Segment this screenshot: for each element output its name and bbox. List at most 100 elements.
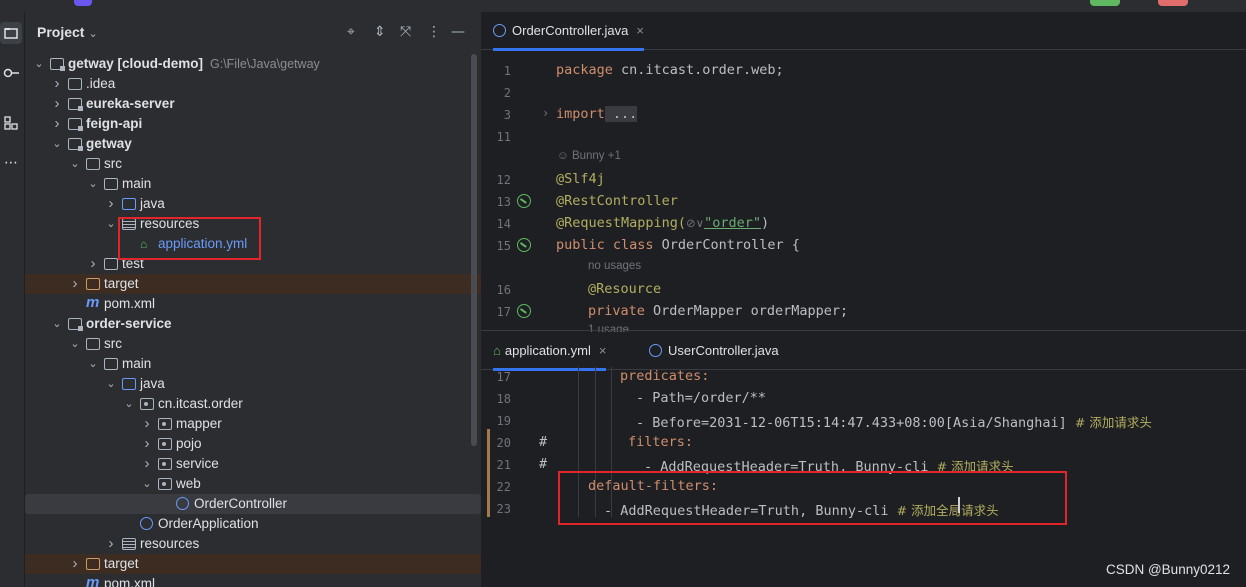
code-token: @Slf4j <box>556 171 605 187</box>
line-number: 3 <box>503 108 511 122</box>
inlay-hint[interactable]: no usages <box>588 260 641 272</box>
tree-item[interactable]: › resources <box>25 534 481 554</box>
run-button[interactable] <box>1090 0 1120 6</box>
chevron-right-icon[interactable]: › <box>51 74 63 94</box>
close-icon[interactable]: × <box>599 343 607 358</box>
collapse-all-icon[interactable]: ⤧ <box>400 24 411 40</box>
chevron-right-icon[interactable]: › <box>51 114 63 134</box>
chevron-right-icon[interactable]: › <box>69 274 81 294</box>
tree-item[interactable]: OrderApplication <box>25 514 481 534</box>
project-scrollbar[interactable] <box>471 54 477 446</box>
tree-item[interactable]: › target <box>25 274 481 294</box>
structure-icon[interactable] <box>0 112 22 134</box>
chevron-down-icon[interactable]: ⌄ <box>123 394 135 414</box>
line-number: 14 <box>496 217 511 231</box>
bean-icon[interactable] <box>517 194 531 208</box>
module-folder-icon <box>50 58 65 71</box>
tab-label: application.yml <box>504 343 591 358</box>
tree-item[interactable]: › .idea <box>25 74 481 94</box>
tool-window-bar: ⋯ <box>0 12 25 587</box>
tree-item-label: feign-api <box>86 116 143 131</box>
project-tool-icon[interactable] <box>0 22 22 44</box>
project-panel-header: Project ⌄ ⌖ ⇕ ⤧ ⋮ — <box>25 12 481 54</box>
tree-item[interactable]: ⌄ java <box>25 374 481 394</box>
bean-icon[interactable] <box>517 238 531 252</box>
tree-item[interactable]: ⌄ order-service <box>25 314 481 334</box>
folder-icon <box>104 258 118 270</box>
chevron-right-icon[interactable]: › <box>141 454 153 474</box>
chevron-down-icon[interactable]: ⌄ <box>51 314 63 334</box>
code-token: import <box>556 106 605 122</box>
folder-icon <box>104 358 118 370</box>
close-icon[interactable]: × <box>636 23 644 38</box>
chevron-right-icon[interactable]: › <box>141 414 153 434</box>
fold-icon[interactable]: › <box>542 106 549 120</box>
code-line: - Path=/order/** <box>636 390 766 406</box>
line-number: 20 <box>496 436 511 450</box>
tree-item[interactable]: › feign-api <box>25 114 481 134</box>
minimize-icon[interactable]: — <box>451 24 465 40</box>
code-token: ⊘∨ <box>686 218 705 230</box>
tree-item[interactable]: ⌄ src <box>25 154 481 174</box>
tree-item[interactable]: › mapper <box>25 414 481 434</box>
chevron-down-icon[interactable]: ⌄ <box>33 54 45 74</box>
chevron-down-icon[interactable]: ⌄ <box>69 334 81 354</box>
chevron-down-icon[interactable]: ⌄ <box>87 354 99 374</box>
tree-item[interactable]: ⌄ web <box>25 474 481 494</box>
locate-icon[interactable]: ⌖ <box>347 24 355 40</box>
chevron-down-icon: ⌄ <box>88 28 98 40</box>
chevron-down-icon[interactable]: ⌄ <box>87 174 99 194</box>
expand-collapse-icon[interactable]: ⇕ <box>374 24 386 40</box>
package-icon <box>158 438 172 450</box>
tree-item[interactable]: › target <box>25 554 481 574</box>
bean-icon[interactable] <box>517 304 531 318</box>
code-token: ) <box>761 215 770 231</box>
more-icon[interactable]: ⋮ <box>427 24 441 40</box>
stop-button[interactable] <box>1158 0 1188 6</box>
chevron-down-icon[interactable]: ⌄ <box>69 154 81 174</box>
more-tools-icon[interactable]: ⋯ <box>0 152 22 174</box>
chevron-right-icon[interactable]: › <box>69 554 81 574</box>
module-folder-icon <box>68 318 83 331</box>
yaml-text: predicates: <box>620 368 710 384</box>
tree-item[interactable]: m pom.xml <box>25 574 481 587</box>
tree-item-label: web <box>176 476 201 491</box>
package-icon <box>158 458 172 470</box>
chevron-right-icon[interactable]: › <box>51 94 63 114</box>
chevron-down-icon[interactable]: ⌄ <box>105 374 117 394</box>
folder-icon <box>104 178 118 190</box>
code-line: @Resource <box>588 281 661 297</box>
tree-item[interactable]: OrderController <box>25 494 481 514</box>
chevron-right-icon[interactable]: › <box>87 254 99 274</box>
tree-item[interactable]: › java <box>25 194 481 214</box>
chevron-right-icon[interactable]: › <box>105 194 117 214</box>
tree-item[interactable]: ⌄ cn.itcast.order <box>25 394 481 414</box>
chevron-right-icon[interactable]: › <box>141 434 153 454</box>
change-marker[interactable] <box>487 429 490 517</box>
tree-item[interactable]: › pojo <box>25 434 481 454</box>
tree-item[interactable]: ⌄ main <box>25 354 481 374</box>
tree-item[interactable]: › service <box>25 454 481 474</box>
tab-user-controller[interactable]: UserController.java <box>649 332 779 370</box>
commit-icon[interactable] <box>0 62 22 84</box>
tab-order-controller[interactable]: OrderController.java × <box>493 12 644 51</box>
chevron-right-icon[interactable]: › <box>105 534 117 554</box>
editor-split-divider[interactable] <box>481 330 1246 331</box>
code-line: import ... <box>556 106 638 122</box>
chevron-down-icon[interactable]: ⌄ <box>105 214 117 234</box>
tree-item[interactable]: m pom.xml <box>25 294 481 314</box>
tree-item[interactable]: ⌄ getway <box>25 134 481 154</box>
package-icon <box>158 478 172 490</box>
chevron-down-icon[interactable]: ⌄ <box>141 474 153 494</box>
source-folder-icon <box>122 198 136 210</box>
spring-boot-class-icon <box>140 517 153 530</box>
tree-item[interactable]: ⌄ src <box>25 334 481 354</box>
inlay-hint[interactable]: ☺ Bunny +1 <box>557 150 621 162</box>
tree-item[interactable]: › eureka-server <box>25 94 481 114</box>
chevron-down-icon[interactable]: ⌄ <box>51 134 63 154</box>
code-token: ... <box>604 106 638 122</box>
tree-item[interactable]: ⌄ main <box>25 174 481 194</box>
tab-application-yml[interactable]: ⌂ application.yml × <box>493 332 607 371</box>
tree-item[interactable]: ⌄ getway [cloud-demo] G:\File\Java\getway <box>25 54 481 74</box>
project-view-selector[interactable]: Project ⌄ <box>37 24 98 40</box>
